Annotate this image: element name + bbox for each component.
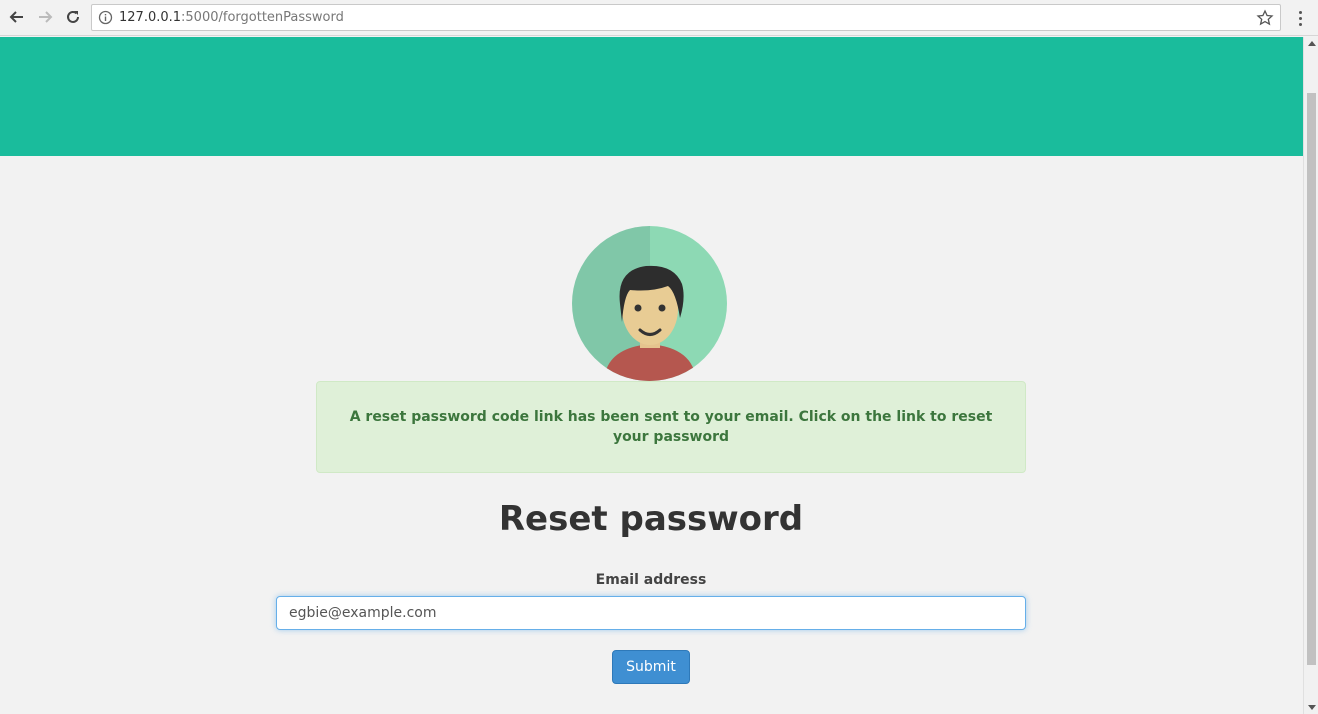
url-path: :5000/forgottenPassword	[181, 10, 344, 25]
browser-toolbar: 127.0.0.1:5000/forgottenPassword	[0, 0, 1318, 36]
url-host: 127.0.0.1	[119, 10, 182, 25]
arrow-right-icon	[39, 11, 53, 23]
submit-button[interactable]: Submit	[612, 650, 690, 684]
email-label: Email address	[595, 572, 707, 588]
success-alert: A reset password code link has been sent…	[316, 381, 1026, 473]
forward-button[interactable]	[34, 6, 56, 28]
page-title: Reset password	[498, 499, 804, 539]
star-icon[interactable]	[1256, 9, 1274, 27]
info-icon[interactable]	[98, 10, 113, 25]
address-bar[interactable]: 127.0.0.1:5000/forgottenPassword	[91, 4, 1281, 31]
scroll-up-icon[interactable]	[1308, 41, 1316, 46]
page-viewport: A reset password code link has been sent…	[0, 37, 1303, 714]
alert-message: A reset password code link has been sent…	[349, 409, 993, 445]
reload-button[interactable]	[62, 6, 84, 28]
reload-icon	[67, 10, 79, 23]
back-button[interactable]	[6, 6, 28, 28]
user-avatar-illustration	[572, 226, 727, 381]
kebab-menu-icon[interactable]	[1292, 7, 1308, 29]
address-url: 127.0.0.1:5000/forgottenPassword	[119, 10, 344, 25]
scroll-down-icon[interactable]	[1308, 705, 1316, 710]
scrollbar-thumb[interactable]	[1307, 93, 1316, 665]
arrow-left-icon	[9, 11, 23, 23]
email-input[interactable]	[276, 596, 1026, 630]
page-scrollbar[interactable]	[1303, 37, 1318, 714]
header-banner	[0, 37, 1303, 156]
